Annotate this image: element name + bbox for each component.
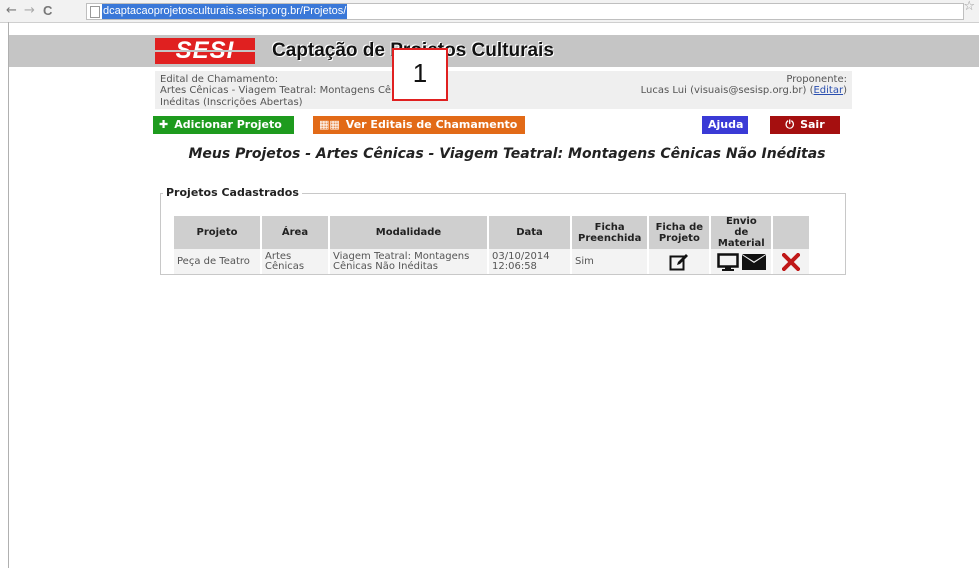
cell-ficha-projeto xyxy=(649,249,710,274)
cell-modalidade: Viagem Teatral: Montagens Cênicas Não In… xyxy=(330,249,487,274)
help-button[interactable]: Ajuda xyxy=(702,116,748,134)
plus-icon: ✚ xyxy=(159,118,169,131)
projects-table: Projeto Área Modalidade Data Ficha Preen… xyxy=(172,216,811,274)
cell-ficha-preenchida: Sim xyxy=(572,249,648,274)
header-projeto: Projeto xyxy=(174,216,260,249)
header-data: Data xyxy=(489,216,570,249)
cell-projeto: Peça de Teatro xyxy=(174,249,260,274)
header-modalidade: Modalidade xyxy=(330,216,487,249)
callout-number: 1 xyxy=(392,48,448,101)
cell-area: Artes Cênicas xyxy=(262,249,328,274)
browser-toolbar: ← → C dcaptacaoprojetosculturais.sesisp.… xyxy=(0,0,979,23)
proponente-value: Lucas Lui (visuais@sesisp.org.br) xyxy=(640,85,807,96)
view-editais-label: Ver Editais de Chamamento xyxy=(345,118,518,131)
editar-link[interactable]: Editar xyxy=(813,85,843,96)
back-button[interactable]: ← xyxy=(6,2,17,20)
logout-button[interactable]: ⏻ Sair xyxy=(770,116,840,134)
info-panel: Edital de Chamamento: Artes Cênicas - Vi… xyxy=(155,71,852,109)
sesi-logo: SESI xyxy=(155,38,255,64)
add-project-button[interactable]: ✚ Adicionar Projeto xyxy=(153,116,294,134)
cell-envio-material xyxy=(711,249,772,274)
edit-icon[interactable] xyxy=(669,253,689,271)
reload-button[interactable]: C xyxy=(43,2,52,20)
page-icon xyxy=(90,6,100,18)
fieldset-legend: Projetos Cadastrados xyxy=(163,186,302,200)
url-text[interactable]: dcaptacaoprojetosculturais.sesisp.org.br… xyxy=(102,4,348,19)
proponente-name: Lucas Lui (visuais@sesisp.org.br) (Edita… xyxy=(640,85,847,96)
cell-delete xyxy=(773,249,810,274)
view-editais-button[interactable]: ▦▦ Ver Editais de Chamamento xyxy=(313,116,525,134)
header-envio-material: Envio de Material xyxy=(711,216,772,249)
bookmark-star-icon[interactable]: ☆ xyxy=(963,0,975,14)
add-project-label: Adicionar Projeto xyxy=(174,118,282,131)
table-row: Peça de Teatro Artes Cênicas Viagem Teat… xyxy=(174,249,810,274)
address-bar[interactable]: dcaptacaoprojetosculturais.sesisp.org.br… xyxy=(86,3,964,20)
logout-label: Sair xyxy=(800,118,825,131)
header-actions xyxy=(773,216,810,249)
delete-icon[interactable] xyxy=(782,252,801,271)
header-area: Área xyxy=(262,216,328,249)
grid-icon: ▦▦ xyxy=(319,118,340,131)
monitor-icon[interactable] xyxy=(716,252,739,271)
header-ficha-projeto: Ficha de Projeto xyxy=(649,216,710,249)
power-icon: ⏻ xyxy=(785,118,795,131)
page-heading: Meus Projetos - Artes Cênicas - Viagem T… xyxy=(188,146,826,162)
envelope-icon[interactable] xyxy=(741,253,766,270)
window-border xyxy=(8,22,9,568)
cell-data: 03/10/2014 12:06:58 xyxy=(489,249,570,274)
header-ficha-preenchida: Ficha Preenchida xyxy=(572,216,648,249)
forward-button[interactable]: → xyxy=(24,2,35,20)
